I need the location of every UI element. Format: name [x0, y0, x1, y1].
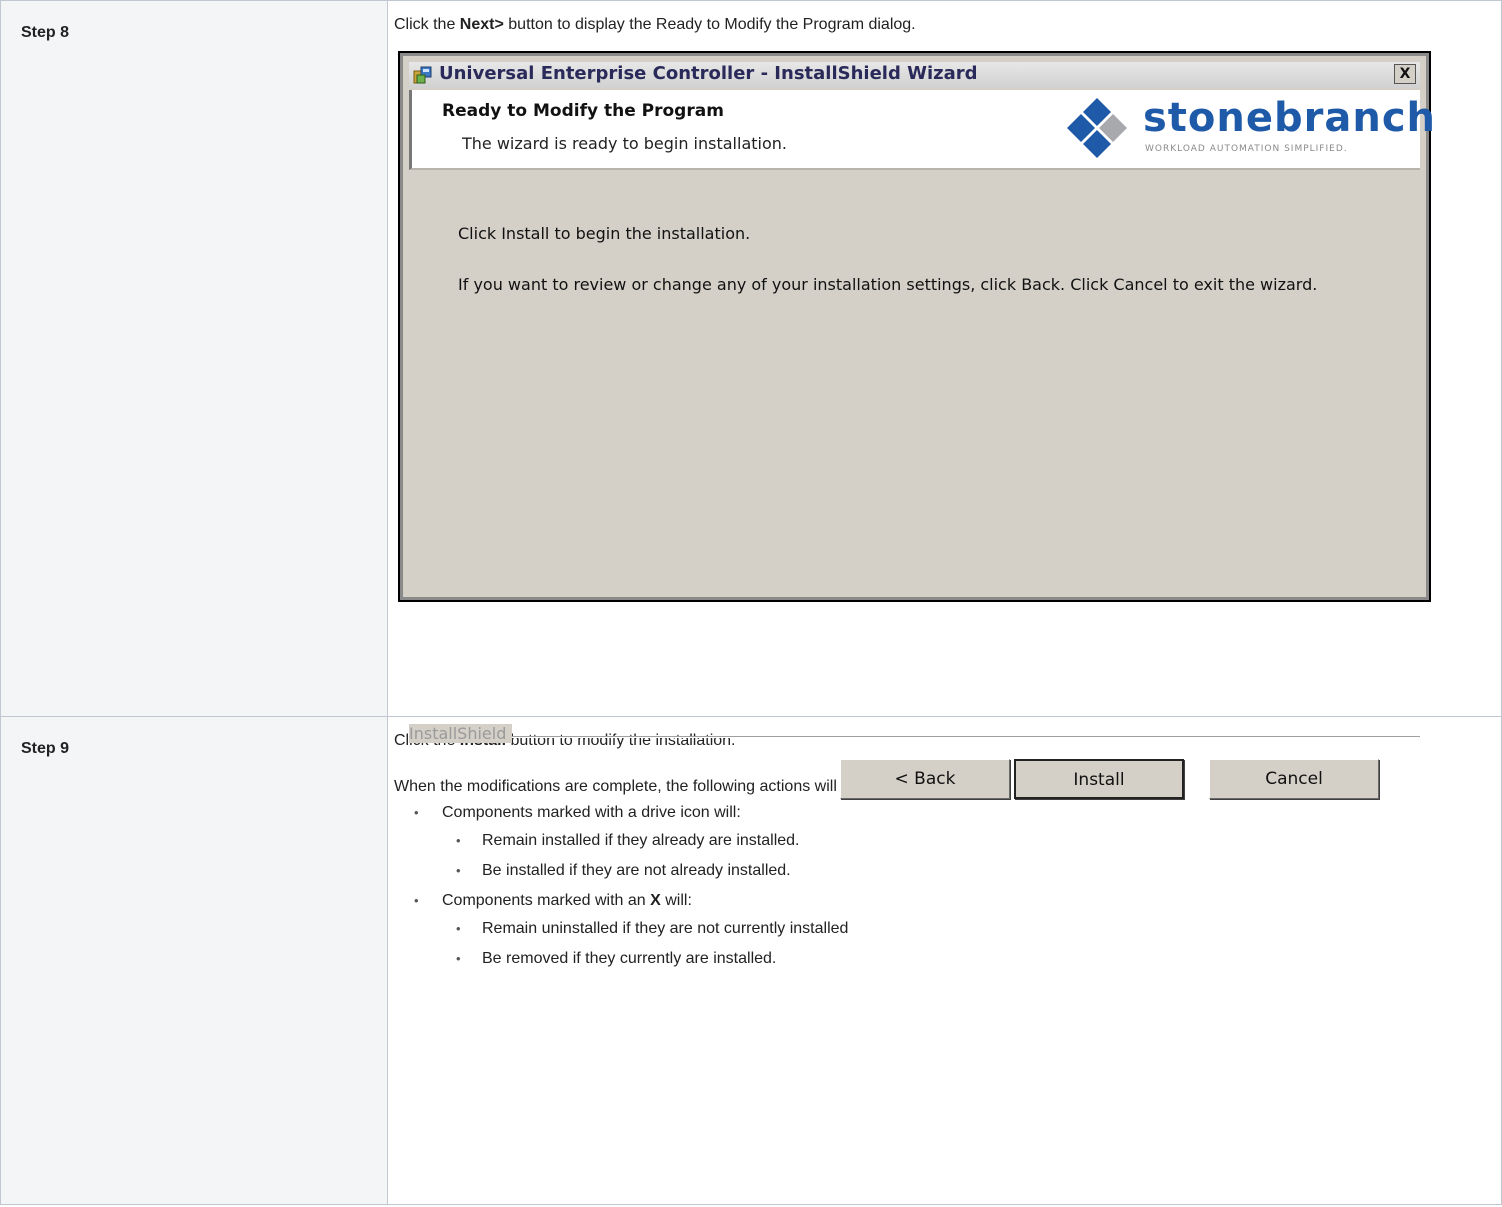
banner-title: Ready to Modify the Program	[442, 101, 724, 121]
wizard-titlebar: Universal Enterprise Controller - Instal…	[409, 62, 1420, 88]
stonebranch-logo: stonebranch WORKLOAD AUTOMATION SIMPLIFI…	[1061, 96, 1435, 162]
step-label-cell: Step 9	[0, 716, 388, 1205]
instruction-text: button to modify the installation.	[506, 732, 736, 749]
banner-subtitle: The wizard is ready to begin installatio…	[462, 134, 787, 153]
sub-list: Remain uninstalled if they are not curre…	[394, 917, 1501, 971]
instruction-text: Click the	[394, 16, 460, 33]
installshield-divider	[413, 736, 1420, 738]
install-button[interactable]: Install	[1014, 759, 1184, 799]
instruction-text: button to display the Ready to Modify th…	[503, 16, 916, 33]
list-item-text: will:	[660, 892, 692, 909]
step-content-cell: Click the Next> button to display the Re…	[387, 0, 1502, 799]
step-label: Step 8	[21, 24, 70, 41]
logo-tagline: WORKLOAD AUTOMATION SIMPLIFIED.	[1145, 144, 1348, 154]
steps-table: Step 8 Click the Next> button to display…	[0, 0, 1502, 1205]
wizard-title: Universal Enterprise Controller - Instal…	[439, 63, 978, 84]
wizard-body-line1: Click Install to begin the installation.	[458, 224, 751, 243]
action-list: Components marked with a drive icon will…	[394, 801, 1501, 971]
list-item-text: Components marked with an	[442, 892, 651, 909]
step-instruction: Click the Next> button to display the Re…	[394, 13, 1501, 37]
step-label: Step 9	[21, 740, 70, 757]
list-item: Components marked with an X will: Remain…	[414, 889, 1501, 971]
step-label-cell: Step 8	[0, 0, 388, 717]
logo-wordmark: stonebranch	[1143, 95, 1437, 141]
installshield-label: InstallShield	[409, 724, 513, 743]
back-button[interactable]: < Back	[840, 759, 1010, 799]
sub-list-item: Remain uninstalled if they are not curre…	[456, 917, 1501, 941]
close-button[interactable]: X	[1394, 64, 1416, 84]
wizard-body-line2: If you want to review or change any of y…	[458, 275, 1318, 294]
list-item-text: Components marked with a drive icon will…	[442, 804, 741, 821]
installer-icon	[413, 66, 432, 84]
sub-list: Remain installed if they already are ins…	[394, 829, 1501, 883]
sub-list-item: Be removed if they currently are install…	[456, 947, 1501, 971]
sub-list-item: Be installed if they are not already ins…	[456, 859, 1501, 883]
wizard-screenshot: Universal Enterprise Controller - Instal…	[398, 51, 1435, 799]
list-item: Components marked with a drive icon will…	[414, 801, 1501, 883]
step-instruction: Click the Install button to modify the i…	[394, 729, 1501, 753]
instruction-emphasis: Next>	[459, 16, 504, 33]
list-item-emphasis: X	[650, 892, 661, 909]
wizard-banner: Ready to Modify the Program The wizard i…	[409, 90, 1435, 170]
wizard-window: Universal Enterprise Controller - Instal…	[400, 53, 1435, 799]
cancel-button[interactable]: Cancel	[1209, 759, 1379, 799]
sub-list-item: Remain installed if they already are ins…	[456, 829, 1501, 853]
diamond-logo-icon	[1067, 98, 1127, 158]
step-row-8: Step 8 Click the Next> button to display…	[0, 0, 1502, 799]
